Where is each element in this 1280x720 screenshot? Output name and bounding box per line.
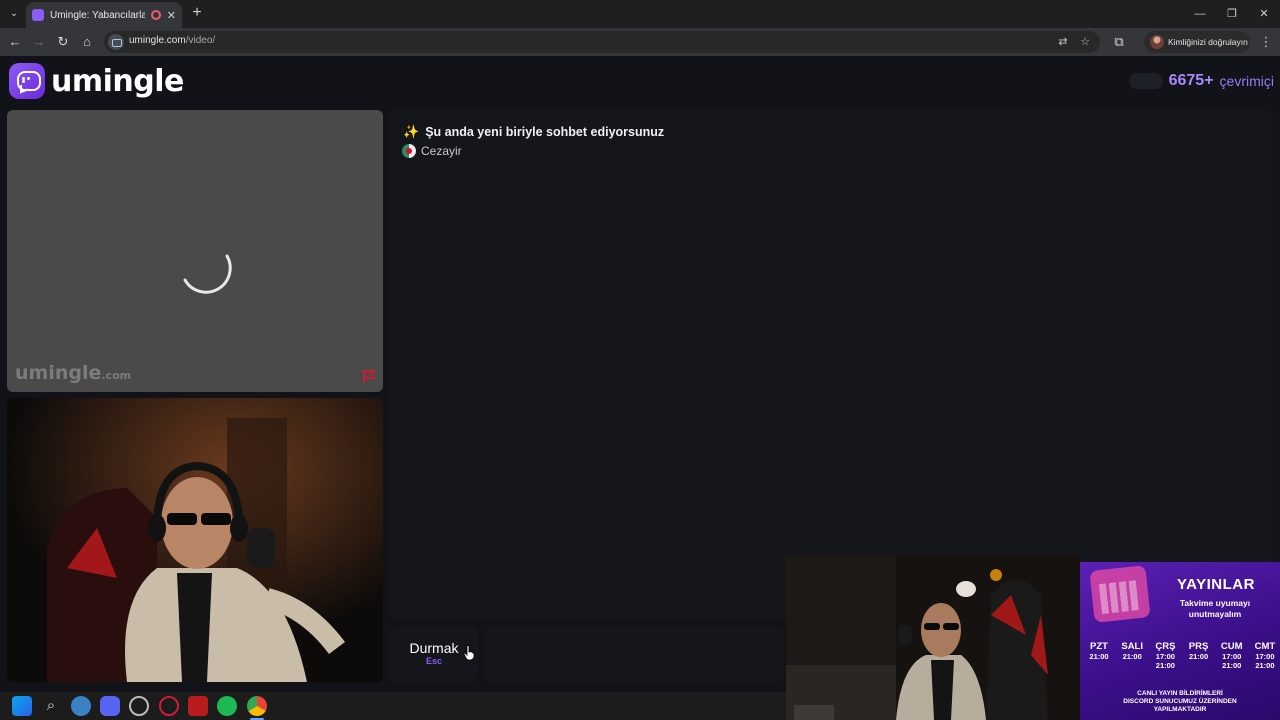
chrome-icon[interactable]: [247, 696, 267, 716]
reload-icon[interactable]: ↻: [55, 34, 71, 50]
recording-indicator-icon: [150, 10, 161, 20]
search-icon[interactable]: ⌕: [41, 696, 61, 716]
bookmark-star-icon[interactable]: ☆: [1078, 35, 1092, 49]
profile-avatar: [1150, 35, 1164, 49]
profile-button[interactable]: Kimliğinizi doğrulayın: [1144, 31, 1250, 53]
url-text[interactable]: umingle.com/video/: [129, 35, 215, 46]
online-counter: 6675+ çevrimiçi: [1128, 72, 1274, 90]
browser-tab-umingle[interactable]: Umingle: Yabancılarla Görü ✕: [26, 2, 182, 28]
browser-tab-bar: ⌄ Umingle: Yabancılarla Görü ✕ + — ❐ ✕: [0, 0, 1280, 28]
online-label: çevrimiçi: [1219, 73, 1274, 89]
calendar-icon: [1089, 565, 1151, 623]
streamer-camera-overlay: [786, 555, 1080, 720]
country-name: Cezayir: [421, 144, 462, 158]
stranger-video: umingle.com: [7, 110, 383, 392]
schedule-day: CMT 17:00 21:00: [1254, 641, 1276, 670]
self-camera-video: [7, 398, 383, 682]
schedule-footer: CANLI YAYIN BİLDİRİMLERİ DISCORD SUNUCUM…: [1123, 690, 1237, 713]
schedule-day: ÇRŞ 17:00 21:00: [1155, 641, 1176, 670]
back-arrow-icon[interactable]: ←: [7, 34, 23, 50]
windows-taskbar: ⌕: [0, 692, 786, 720]
schedule-day: CUM 17:00 21:00: [1220, 641, 1243, 670]
spotify-icon[interactable]: [217, 696, 237, 716]
new-tab-button[interactable]: +: [188, 4, 206, 22]
schedule-title: YAYINLAR: [1177, 576, 1255, 593]
schedule-day: PZT 21:00: [1089, 641, 1109, 661]
schedule-days: PZT 21:00 SALI 21:00 ÇRŞ 17:00 21:00 PRŞ…: [1084, 641, 1280, 670]
translate-icon[interactable]: ⇄: [1056, 35, 1070, 49]
algeria-flag-icon: [402, 144, 416, 158]
app-icon[interactable]: [129, 696, 149, 716]
theme-toggle[interactable]: [1128, 73, 1163, 89]
app-icon[interactable]: [71, 696, 91, 716]
schedule-subtitle: Takvime uyumayı unutmayalım: [1179, 598, 1251, 619]
chat-status-message: ✨ Şu anda yeni biriyle sohbet ediyorsunu…: [403, 124, 664, 140]
site-logo[interactable]: umingle: [9, 63, 184, 99]
browser-toolbar: ← → ↻ ⌂ umingle.com/video/ ⇄ ☆ ⧉ Kimliği…: [0, 28, 1280, 56]
profile-label: Kimliğinizi doğrulayın: [1168, 37, 1248, 47]
report-flag-icon[interactable]: [361, 368, 377, 384]
windows-start-icon[interactable]: [12, 696, 32, 716]
tab-search-chevron-icon[interactable]: ⌄: [6, 6, 22, 22]
restore-icon[interactable]: ❐: [1216, 0, 1248, 28]
schedule-day: PRŞ 21:00: [1188, 641, 1209, 661]
logo-text: umingle: [51, 63, 184, 99]
video-watermark: umingle.com: [15, 362, 132, 384]
site-info-icon[interactable]: [108, 34, 124, 50]
hand-cursor-icon: [463, 645, 475, 661]
close-window-icon[interactable]: ✕: [1248, 0, 1280, 28]
stream-schedule-overlay: YAYINLAR Takvime uyumayı unutmayalım PZT…: [1080, 562, 1280, 720]
window-controls: — ❐ ✕: [1184, 0, 1280, 28]
minimize-icon[interactable]: —: [1184, 0, 1216, 28]
tab-title: Umingle: Yabancılarla Görü: [50, 9, 145, 21]
home-icon[interactable]: ⌂: [79, 34, 95, 50]
streamer-camera-feed: [786, 555, 1080, 720]
message-input-area[interactable]: [484, 626, 784, 682]
forward-arrow-icon[interactable]: →: [31, 34, 47, 50]
tab-close-icon[interactable]: ✕: [167, 9, 176, 22]
self-camera-feed: [7, 398, 383, 682]
discord-icon[interactable]: [100, 696, 120, 716]
stranger-country: Cezayir: [402, 144, 462, 158]
chat-panel: ✨ Şu anda yeni biriyle sohbet ediyorsunu…: [390, 110, 1273, 620]
chat-bubble-logo-icon: [9, 63, 45, 99]
browser-menu-icon[interactable]: ⋮: [1259, 34, 1273, 50]
extensions-puzzle-icon[interactable]: ⧉: [1111, 34, 1127, 50]
opera-gx-icon[interactable]: [159, 696, 179, 716]
schedule-day: SALI 21:00: [1121, 641, 1143, 661]
online-count: 6675+: [1168, 72, 1214, 89]
umingle-favicon-icon: [32, 9, 44, 21]
status-text: Şu anda yeni biriyle sohbet ediyorsunuz: [425, 125, 665, 139]
address-bar[interactable]: umingle.com/video/ ⇄ ☆: [104, 31, 1100, 53]
sparkle-icon: ✨: [403, 124, 420, 139]
loading-spinner-icon: [183, 254, 232, 294]
app-icon[interactable]: [188, 696, 208, 716]
